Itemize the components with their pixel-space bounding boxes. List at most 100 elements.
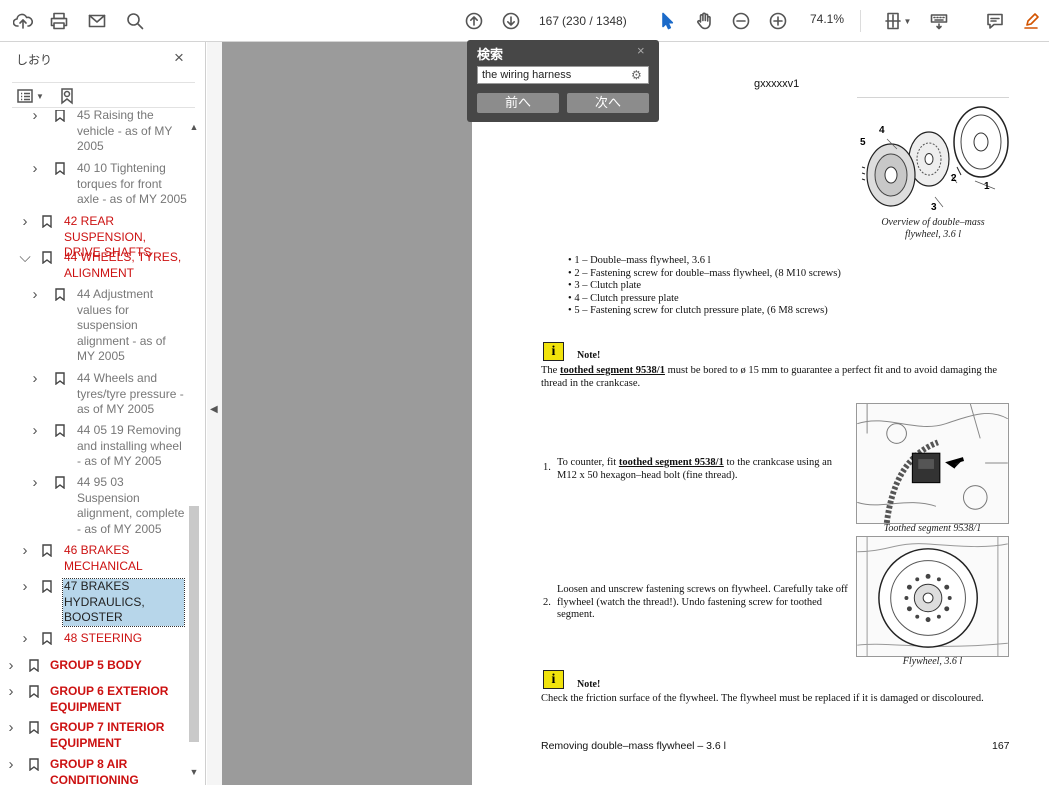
bookmark-label[interactable]: 45 Raising the vehicle - as of MY 2005 <box>77 110 172 155</box>
bookmark-label-line: HYDRAULICS, <box>64 594 145 609</box>
collapsed-chevron-icon[interactable]: › <box>29 161 41 177</box>
bookmark-label[interactable]: 48 STEERING <box>64 631 142 647</box>
legend-item: • 3 – Clutch plate <box>568 280 642 292</box>
collapse-arrow-icon[interactable]: ◀ <box>210 404 218 415</box>
bookmark-label[interactable]: 40 10 Tightening torques for front axle - … <box>77 161 187 208</box>
bookmark-label[interactable]: 44 95 03 Suspension alignment, complete - a… <box>77 475 184 537</box>
bookmark-icon <box>42 580 52 594</box>
bookmark-label[interactable]: 47 BRAKES HYDRAULICS, BOOSTER <box>62 578 185 627</box>
collapsed-chevron-icon[interactable]: › <box>19 214 31 230</box>
callout-4: 4 <box>879 125 885 136</box>
find-next-button[interactable]: 次へ <box>567 93 649 113</box>
collapsed-chevron-icon[interactable]: › <box>5 720 17 736</box>
bookmark-label-line: Suspension <box>77 490 140 505</box>
scrollbar-thumb[interactable] <box>189 506 199 742</box>
find-close-button[interactable]: × <box>637 43 645 58</box>
bookmark-label[interactable]: 44 WHEELS, TYRES, ALIGNMENT <box>64 250 181 281</box>
collapsed-chevron-icon[interactable]: › <box>5 684 17 700</box>
page-number-box[interactable]: 167 (230 / 1348) <box>532 12 627 30</box>
bookmark-label[interactable]: GROUP 8 AIR CONDITIONING <box>50 757 139 785</box>
flywheel-figure <box>856 536 1009 657</box>
bookmark-icon <box>42 544 52 558</box>
bookmark-label-line: 2005 <box>77 139 104 153</box>
callout-1: 1 <box>984 181 990 192</box>
bookmark-label-line: axle - as of MY 2005 <box>77 192 187 206</box>
bookmark-label-line: EQUIPMENT <box>50 699 122 714</box>
legend-item: • 4 – Clutch pressure plate <box>568 292 679 304</box>
bookmark-label-line: GROUP 7 INTERIOR <box>50 720 165 734</box>
collapsed-chevron-icon[interactable]: › <box>29 423 41 439</box>
step1-number: 1. <box>543 462 551 473</box>
legend-item: • 5 – Fastening screw for clutch pressur… <box>568 305 828 317</box>
gear-icon[interactable]: ⚙ <box>631 68 642 82</box>
bookmark-options-icon[interactable]: ▼ <box>16 86 48 106</box>
toothed-segment-figure <box>856 403 1009 524</box>
zoom-level-input[interactable]: 74.1% <box>800 12 850 30</box>
bookmark-label[interactable]: GROUP 5 BODY <box>50 658 142 674</box>
scroll-down-icon[interactable]: ▼ <box>188 767 200 777</box>
bookmark-label-line: tyres/tyre pressure - <box>77 386 184 401</box>
mail-icon[interactable] <box>84 9 110 33</box>
search-icon[interactable] <box>122 9 148 33</box>
figure1-caption: Overview of double–mass flywheel, 3.6 l <box>881 217 985 240</box>
hand-tool-icon[interactable] <box>691 9 717 33</box>
bookmark-label[interactable]: GROUP 6 EXTERIOR EQUIPMENT <box>50 684 168 715</box>
collapsed-chevron-icon[interactable]: › <box>29 371 41 387</box>
collapsed-chevron-icon[interactable]: › <box>19 631 31 647</box>
print-icon[interactable] <box>46 9 72 33</box>
figure3-caption: Flywheel, 3.6 l <box>902 656 963 667</box>
comment-icon[interactable] <box>982 9 1008 33</box>
bookmark-icon <box>55 162 65 176</box>
scroll-up-icon[interactable]: ▲ <box>188 122 200 132</box>
collapsed-chevron-icon[interactable]: › <box>19 543 31 559</box>
page-footer-title: Removing double–mass flywheel – 3.6 l <box>541 740 727 752</box>
callout-2: 2 <box>951 173 957 184</box>
page-fit-icon[interactable]: ▼ <box>881 9 913 33</box>
page-current-input[interactable]: 167 <box>532 14 562 28</box>
collapsed-chevron-icon[interactable]: › <box>19 579 31 595</box>
select-cursor-icon[interactable] <box>654 9 680 33</box>
expanded-chevron-icon[interactable]: ⌵ <box>19 250 31 266</box>
bookmarks-scrollbar[interactable]: ▲ ▼ <box>188 122 200 784</box>
new-bookmark-icon[interactable] <box>58 86 80 106</box>
bookmarks-panel-title: しおり <box>16 53 53 67</box>
collapsed-chevron-icon[interactable]: › <box>29 287 41 303</box>
highlight-pen-icon[interactable] <box>1018 9 1044 33</box>
bookmark-label-line: 45 Raising the <box>77 110 154 122</box>
bookmarks-toolbar: ▼ <box>12 82 195 108</box>
next-page-icon[interactable] <box>498 9 524 33</box>
collapsed-chevron-icon[interactable]: › <box>29 110 41 124</box>
warning-note-icon: i <box>543 670 564 689</box>
toothed-segment-link[interactable]: toothed segment 9538/1 <box>560 365 665 376</box>
collapsed-chevron-icon[interactable]: › <box>29 475 41 491</box>
note1-label: Note! <box>577 350 601 361</box>
bookmark-label-line: 44 Wheels and <box>77 371 158 385</box>
find-previous-button[interactable]: 前へ <box>477 93 559 113</box>
bookmark-label[interactable]: GROUP 7 INTERIOR EQUIPMENT <box>50 720 164 751</box>
bookmark-label[interactable]: 44 05 19 Removing and installing wheel - a… <box>77 423 182 470</box>
collapse-panel-handle[interactable]: ◀ <box>207 42 222 785</box>
bookmark-label-line: GROUP 5 BODY <box>50 658 142 672</box>
bookmark-label-line: torques for front <box>77 176 162 191</box>
collapsed-chevron-icon[interactable]: › <box>5 658 17 674</box>
bookmark-label-line: 48 STEERING <box>64 631 143 645</box>
collapsed-chevron-icon[interactable]: › <box>5 757 17 773</box>
main-toolbar: 167 (230 / 1348) 74.1% ▼ <box>0 0 1049 42</box>
previous-page-icon[interactable] <box>461 9 487 33</box>
close-panel-button[interactable]: × <box>174 48 184 68</box>
legend-item: • 1 – Double–mass flywheel, 3.6 l <box>568 255 711 266</box>
note2-label: Note! <box>577 679 601 690</box>
toothed-segment-link[interactable]: toothed segment 9538/1 <box>619 457 724 468</box>
bookmark-label-line: MECHANICAL <box>64 558 143 573</box>
bookmark-label[interactable]: 44 Adjustment values for suspension alignme… <box>77 287 166 365</box>
bookmark-label[interactable]: 44 Wheels and tyres/tyre pressure - as of … <box>77 371 184 418</box>
find-input[interactable] <box>477 66 649 84</box>
bookmark-label[interactable]: 46 BRAKES MECHANICAL <box>64 543 143 574</box>
zoom-in-icon[interactable] <box>765 9 791 33</box>
bookmark-label-line: GROUP 6 EXTERIOR <box>50 684 169 698</box>
zoom-out-icon[interactable] <box>728 9 754 33</box>
bookmark-icon <box>55 424 65 438</box>
bookmark-icon <box>55 288 65 302</box>
keyboard-icon[interactable] <box>926 9 952 33</box>
upload-cloud-icon[interactable] <box>10 9 36 33</box>
